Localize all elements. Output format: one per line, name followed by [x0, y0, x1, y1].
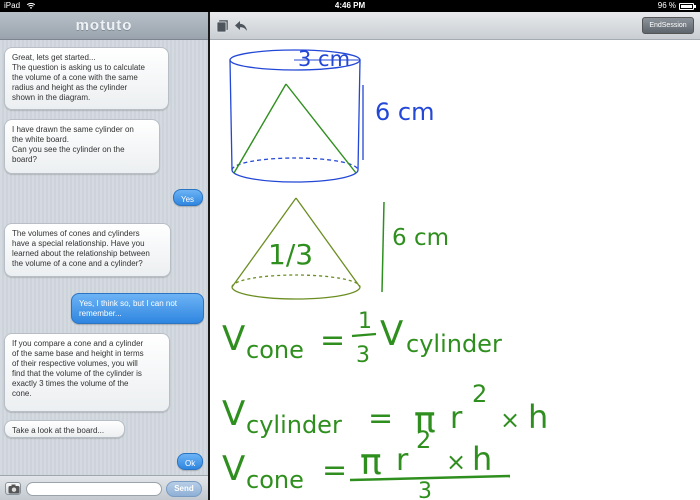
chat-message-student: Yes, I think so, but I can not remember.…: [71, 293, 204, 324]
message-input[interactable]: [26, 482, 162, 496]
formula-r: r: [450, 401, 463, 436]
battery-percent: 96 %: [657, 1, 676, 10]
fraction-bar: [351, 332, 377, 338]
chat-message-tutor: The volumes of cones and cylinders have …: [4, 223, 171, 277]
cone-height-label: 6 cm: [392, 225, 449, 251]
formula-subscript: cylinder: [406, 330, 502, 358]
undo-arrow-icon[interactable]: [234, 19, 248, 33]
formula-times: ×: [500, 406, 520, 434]
formula-exponent: 2: [472, 380, 487, 408]
chat-message-tutor: If you compare a cone and a cylinder of …: [4, 333, 170, 412]
formula-equals: =: [320, 323, 345, 358]
formula-pi: π: [360, 442, 382, 483]
chat-message-tutor: Great, lets get started... The question …: [4, 47, 169, 110]
cone-in-cylinder: [233, 83, 357, 174]
cylinder-height-label: 6 cm: [375, 98, 434, 126]
status-bar: iPad 4:46 PM 96 %: [0, 0, 700, 12]
whiteboard-canvas[interactable]: 3 cm 6 cm 1/3 6 cm V cone = 1 3 V cylind…: [210, 40, 700, 500]
formula-numerator: 1: [358, 309, 372, 334]
formula-equals: =: [322, 453, 347, 488]
formula-equals: =: [368, 401, 393, 436]
chat-message-tutor: I have drawn the same cylinder on the wh…: [4, 119, 160, 174]
formula-times: ×: [446, 448, 466, 476]
chat-header: motuto: [0, 12, 208, 40]
chat-panel: motuto Great, lets get started... The qu…: [0, 12, 208, 500]
cone-fraction-label: 1/3: [268, 238, 313, 271]
formula-r: r: [396, 443, 409, 478]
formula-h: h: [528, 398, 548, 436]
cone-height-line: [381, 201, 385, 293]
formula-cone-volume-ratio: V cone = 1 3 V cylinder: [222, 309, 502, 368]
formula-cylinder-volume: V cylinder = π r 2 × h: [222, 380, 548, 441]
clock: 4:46 PM: [334, 1, 366, 10]
camera-button[interactable]: [5, 482, 21, 495]
formula-subscript: cone: [246, 336, 304, 364]
chat-message-student: Yes: [173, 189, 203, 206]
formula-subscript: cone: [246, 466, 304, 494]
formula-exponent: 2: [416, 426, 431, 454]
formula-v: V: [222, 449, 245, 489]
chat-message-tutor: Take a look at the board...: [4, 420, 125, 438]
cylinder-radius-label: 3 cm: [298, 47, 350, 71]
formula-denominator: 3: [356, 343, 370, 368]
chat-message-student: Ok: [177, 453, 203, 470]
formula-h: h: [472, 440, 492, 478]
pages-icon[interactable]: [216, 19, 230, 33]
camera-icon: [8, 484, 20, 494]
app-logo: motuto: [75, 17, 133, 34]
whiteboard-toolbar: EndSession: [210, 12, 700, 40]
formula-v: V: [380, 314, 403, 354]
battery-icon: [679, 3, 696, 10]
formula-v: V: [222, 319, 245, 359]
formula-v: V: [222, 394, 245, 434]
formula-subscript: cylinder: [246, 411, 342, 439]
end-session-button[interactable]: EndSession: [642, 17, 694, 34]
whiteboard-panel: EndSession 3 cm 6 cm 1/3 6 cm V cone = 1…: [210, 12, 700, 500]
formula-denominator: 3: [418, 479, 432, 500]
message-input-bar: Send: [0, 475, 208, 500]
send-button[interactable]: Send: [166, 481, 202, 497]
